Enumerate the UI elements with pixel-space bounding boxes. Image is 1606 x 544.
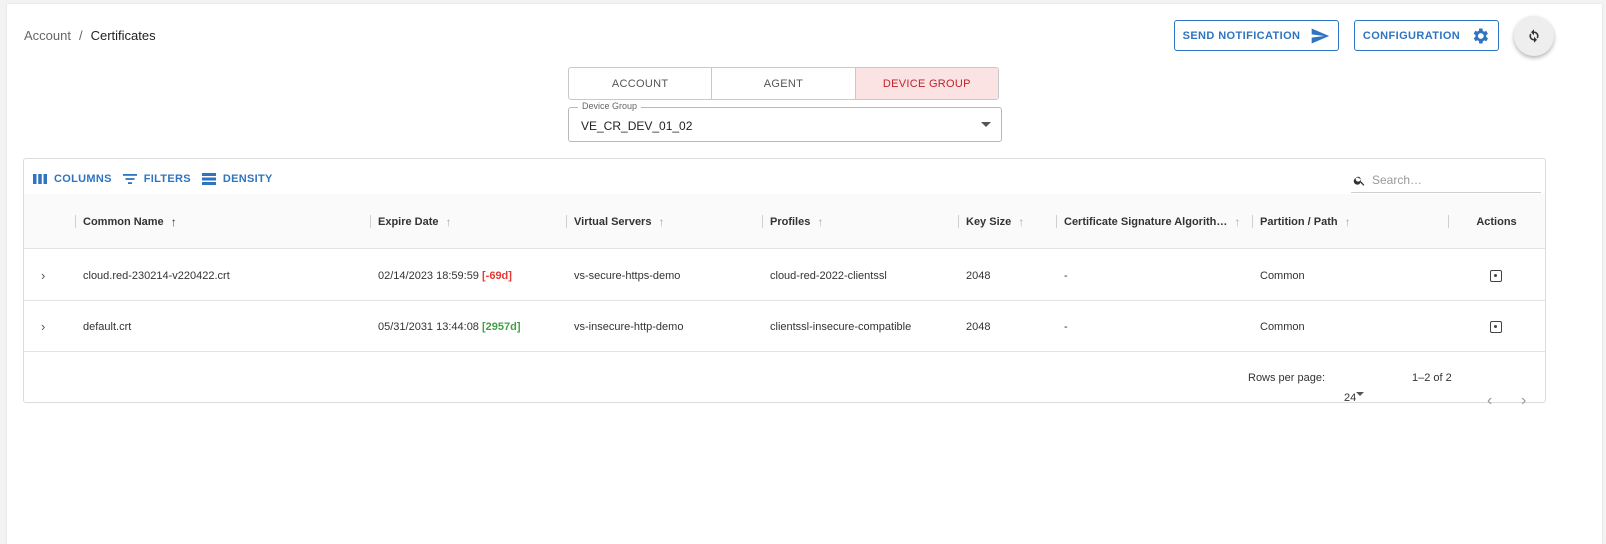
caret-down-icon xyxy=(1356,392,1364,396)
tab-device-group[interactable]: DEVICE GROUP xyxy=(855,68,998,99)
sort-arrow-icon: ↑ xyxy=(170,214,177,229)
device-group-select[interactable]: Device Group VE_CR_DEV_01_02 xyxy=(568,101,1002,142)
column-header-common-name[interactable]: Common Name ↑ xyxy=(75,194,370,249)
expire-days-badge: [2957d] xyxy=(482,320,521,333)
device-group-value: VE_CR_DEV_01_02 xyxy=(581,119,693,133)
pagination-range: 1–2 of 2 xyxy=(1412,372,1452,384)
expire-days-badge: [-69d] xyxy=(482,269,512,282)
breadcrumb-account-link[interactable]: Account xyxy=(24,28,71,43)
cell-partition: Common xyxy=(1260,320,1305,333)
configuration-label: CONFIGURATION xyxy=(1362,29,1461,42)
cell-signature-algorithm: - xyxy=(1064,320,1068,333)
cell-virtual-servers: vs-secure-https-demo xyxy=(574,269,681,282)
column-separator xyxy=(1056,215,1057,228)
table-header: Common Name ↑ Expire Date ↑ Virtual Serv… xyxy=(24,194,1545,249)
column-header-expire-date[interactable]: Expire Date ↑ xyxy=(370,194,566,249)
cell-common-name: cloud.red-230214-v220422.crt xyxy=(83,269,230,282)
scope-tabs: ACCOUNT AGENT DEVICE GROUP xyxy=(568,67,999,100)
rows-per-page-label: Rows per page: xyxy=(1248,372,1326,384)
column-separator xyxy=(1252,215,1253,228)
column-separator xyxy=(762,215,763,228)
row-action-button[interactable] xyxy=(1490,250,1502,301)
sort-arrow-icon: ↑ xyxy=(1344,214,1351,229)
chevron-right-icon: › xyxy=(1521,392,1527,409)
filters-label: FILTERS xyxy=(143,173,191,185)
column-header-partition-path[interactable]: Partition / Path ↑ xyxy=(1252,194,1448,249)
column-separator xyxy=(566,215,567,228)
sort-arrow-icon: ↑ xyxy=(817,214,824,229)
breadcrumb-separator: / xyxy=(78,28,83,43)
certificate-action-icon xyxy=(1490,269,1502,282)
column-separator xyxy=(370,215,371,228)
table-row: › cloud.red-230214-v220422.crt 02/14/202… xyxy=(24,250,1545,301)
column-header-virtual-servers[interactable]: Virtual Servers ↑ xyxy=(566,194,762,249)
cell-profiles: cloud-red-2022-clientssl xyxy=(770,269,887,282)
send-notification-label: SEND NOTIFICATION xyxy=(1182,29,1301,42)
cell-key-size: 2048 xyxy=(966,269,991,282)
columns-button[interactable]: COLUMNS xyxy=(32,171,112,187)
sort-arrow-icon: ↑ xyxy=(445,214,452,229)
expand-row-button[interactable]: › xyxy=(41,301,45,352)
column-header-actions: Actions xyxy=(1448,194,1545,249)
density-icon xyxy=(201,173,216,185)
chevron-left-icon: ‹ xyxy=(1487,392,1493,409)
chevron-right-icon: › xyxy=(41,319,46,334)
column-header-profiles[interactable]: Profiles ↑ xyxy=(762,194,958,249)
sort-arrow-icon: ↑ xyxy=(658,214,665,229)
columns-label: COLUMNS xyxy=(54,173,112,185)
certificate-action-icon xyxy=(1490,320,1502,333)
table-row: › default.crt 05/31/2031 13:44:08 [2957d… xyxy=(24,301,1545,352)
row-action-button[interactable] xyxy=(1490,301,1502,352)
breadcrumb: Account / Certificates xyxy=(24,28,156,43)
columns-icon xyxy=(33,174,47,184)
column-separator xyxy=(1448,215,1449,228)
grid-footer: Rows per page: 24 1–2 of 2 ‹ › xyxy=(1248,372,1527,409)
configuration-button[interactable]: CONFIGURATION xyxy=(1354,20,1499,51)
cell-expire-date: 02/14/2023 18:59:59 [-69d] xyxy=(378,269,512,282)
certificates-page: Account / Certificates SEND NOTIFICATION… xyxy=(7,4,1602,544)
column-separator xyxy=(75,215,76,228)
refresh-button[interactable] xyxy=(1514,16,1554,56)
chevron-right-icon: › xyxy=(41,268,46,283)
filter-icon xyxy=(122,174,137,184)
device-group-label: Device Group xyxy=(578,101,642,111)
column-header-signature-algorithm[interactable]: Certificate Signature Algorith… ↑ xyxy=(1056,194,1252,249)
caret-down-icon xyxy=(981,122,991,127)
cell-virtual-servers: vs-insecure-http-demo xyxy=(574,320,684,333)
tab-agent[interactable]: AGENT xyxy=(712,68,856,99)
column-separator xyxy=(958,215,959,228)
cell-signature-algorithm: - xyxy=(1064,269,1068,282)
breadcrumb-current: Certificates xyxy=(90,28,156,43)
cell-profiles: clientssl-insecure-compatible xyxy=(770,320,912,333)
tab-account[interactable]: ACCOUNT xyxy=(569,68,713,99)
search-input[interactable] xyxy=(1372,173,1522,187)
density-button[interactable]: DENSITY xyxy=(201,171,273,187)
grid-toolbar: COLUMNS FILTERS DENSITY xyxy=(32,171,273,187)
gear-icon xyxy=(1473,28,1489,43)
refresh-icon xyxy=(1529,29,1539,43)
send-icon xyxy=(1312,28,1330,43)
search-icon xyxy=(1353,176,1365,186)
filters-button[interactable]: FILTERS xyxy=(122,171,191,187)
grid-search xyxy=(1351,168,1541,193)
density-label: DENSITY xyxy=(222,173,273,185)
sort-arrow-icon: ↑ xyxy=(1234,214,1241,229)
cell-key-size: 2048 xyxy=(966,320,991,333)
cell-expire-date: 05/31/2031 13:44:08 [2957d] xyxy=(378,320,521,333)
cell-common-name: default.crt xyxy=(83,320,132,333)
certificates-grid: COLUMNS FILTERS DENSITY Common Name ↑ xyxy=(23,158,1546,409)
sort-arrow-icon: ↑ xyxy=(1018,214,1025,229)
expand-row-button[interactable]: › xyxy=(41,250,45,301)
column-header-key-size[interactable]: Key Size ↑ xyxy=(958,194,1056,249)
cell-partition: Common xyxy=(1260,269,1305,282)
send-notification-button[interactable]: SEND NOTIFICATION xyxy=(1174,20,1339,51)
